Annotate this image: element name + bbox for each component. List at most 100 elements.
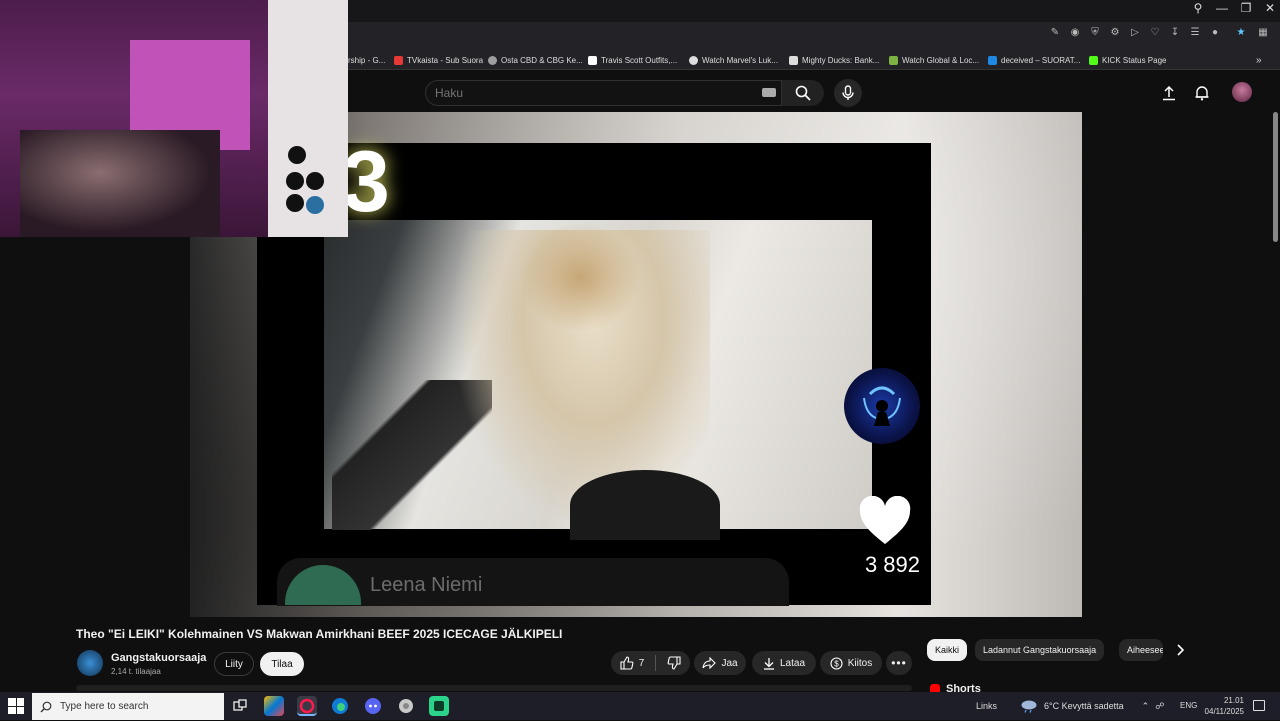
webcam-magnet <box>288 146 306 164</box>
bookmarks-overflow-icon[interactable]: » <box>1256 52 1262 68</box>
video-foreground-head <box>570 470 720 540</box>
thumbs-down-icon[interactable] <box>667 656 681 670</box>
channel-name[interactable]: Gangstakuorsaaja <box>111 652 206 664</box>
play-icon[interactable]: ▷ <box>1128 26 1142 40</box>
search-button[interactable] <box>782 80 824 106</box>
chip-related[interactable]: Aiheeseen <box>1119 639 1163 661</box>
webcam-magnet <box>286 194 304 212</box>
search-input[interactable] <box>435 86 735 100</box>
network-icon[interactable]: ☍ <box>1155 701 1164 712</box>
subscriber-count: 2,14 t. tilaajaa <box>111 667 161 676</box>
more-actions-button[interactable]: ••• <box>886 651 912 675</box>
extension-icon[interactable]: ★ <box>1234 26 1248 40</box>
chip-uploads[interactable]: Ladannut Gangstakuorsaaja <box>975 639 1105 661</box>
bookmark-item[interactable]: Travis Scott Outfits,... <box>588 52 677 68</box>
edit-icon[interactable]: ✎ <box>1048 26 1062 40</box>
overlay-number: 3 <box>342 134 390 230</box>
chip-all[interactable]: Kaikki <box>927 639 968 661</box>
subscribe-button[interactable]: Tilaa <box>260 652 304 676</box>
keyboard-icon[interactable] <box>762 88 776 97</box>
task-view-icon[interactable] <box>230 696 250 716</box>
tray-links[interactable]: Links <box>976 697 997 715</box>
description-box-edge <box>76 685 912 691</box>
bookmark-item[interactable]: Mighty Ducks: Bank... <box>789 52 879 68</box>
webcam-magnet <box>306 196 324 214</box>
heart-icon[interactable] <box>858 496 912 546</box>
overlay-comment-author: Leena Niemi <box>370 574 483 596</box>
chevron-right-icon[interactable] <box>1172 642 1188 658</box>
chevron-up-icon[interactable]: ⌃ <box>1142 701 1150 712</box>
language-indicator[interactable]: ENG <box>1180 701 1197 710</box>
share-label: Jaa <box>721 657 738 669</box>
heart-outline-icon[interactable]: ♡ <box>1148 26 1162 40</box>
clock-time: 21.01 <box>1223 696 1244 705</box>
minimize-icon[interactable]: — <box>1210 0 1234 18</box>
download-label: Lataa <box>779 657 806 669</box>
weather-text: 6°C Kevyttä sadetta <box>1044 701 1124 711</box>
notifications-icon[interactable] <box>1193 84 1211 102</box>
opera-gx-icon[interactable] <box>297 696 317 716</box>
join-button[interactable]: Liity <box>214 652 254 676</box>
thumbs-up-icon <box>620 656 634 670</box>
share-button[interactable]: Jaa <box>694 651 746 675</box>
notification-center-icon[interactable] <box>1253 700 1265 711</box>
super-thanks-icon: $ <box>830 656 843 670</box>
bookmark-item[interactable]: Watch Global & Loc... <box>889 52 979 68</box>
more-icon: ••• <box>891 656 907 670</box>
avatar[interactable] <box>1232 82 1252 102</box>
suit-man-icon <box>863 386 901 426</box>
taskbar-clock[interactable]: 21.01 04/11/2025 <box>1200 695 1244 717</box>
taskbar-search-placeholder: Type here to search <box>60 701 149 712</box>
chat-app-icon[interactable] <box>429 696 449 716</box>
download-icon[interactable]: ↧ <box>1168 26 1182 40</box>
webcam-person <box>20 130 220 237</box>
video-person-hair <box>520 222 640 332</box>
search-icon <box>795 85 811 101</box>
like-button[interactable]: 7 <box>620 656 645 670</box>
page-scrollbar[interactable] <box>1273 112 1278 242</box>
menu-icon[interactable]: ☰ <box>1188 26 1202 40</box>
taskbar-search-box[interactable]: Type here to search <box>32 693 224 720</box>
bookmark-item[interactable]: TVkaista - Sub Suora <box>394 52 483 68</box>
overlay-like-count: 3 892 <box>864 552 920 577</box>
thanks-label: Kiitos <box>847 657 873 669</box>
bookmark-item[interactable]: deceived – SUORAT... <box>988 52 1080 68</box>
lock-icon[interactable]: ● <box>1208 26 1222 40</box>
shield-icon[interactable]: ⛨ <box>1088 26 1102 40</box>
camera-icon[interactable]: ◉ <box>1068 26 1082 40</box>
weather-widget[interactable]: 6°C Kevyttä sadetta ⌃ ☍ <box>1020 697 1164 715</box>
search-icon[interactable]: ⚲ <box>1186 0 1210 18</box>
thanks-button[interactable]: $ Kiitos <box>820 651 882 675</box>
links-label: Links <box>976 701 998 711</box>
microphone-icon <box>842 85 854 100</box>
channel-watermark-logo <box>844 368 920 444</box>
bookmark-item[interactable]: rship - G... <box>348 52 385 68</box>
windows-start-icon[interactable] <box>8 698 24 714</box>
bookmark-item[interactable]: Osta CBD & CBG Ke... <box>488 52 583 68</box>
bookmark-item[interactable]: Watch Marvel's Luk... <box>689 52 778 68</box>
like-dislike-pill: 7 <box>611 651 690 675</box>
upload-icon[interactable] <box>1160 84 1178 102</box>
settings-icon[interactable]: ⚙ <box>1108 26 1122 40</box>
copilot-icon[interactable] <box>264 696 284 716</box>
voice-search-button[interactable] <box>834 79 862 107</box>
webcam-magnet <box>286 172 304 190</box>
share-icon <box>702 657 717 669</box>
download-icon <box>763 657 774 670</box>
app-icon[interactable] <box>396 696 416 716</box>
edge-icon[interactable] <box>330 696 350 716</box>
clock-date: 04/11/2025 <box>1204 707 1244 716</box>
video-title: Theo "Ei LEIKI" Kolehmainen VS Makwan Am… <box>76 627 563 641</box>
bookmark-item[interactable]: KICK Status Page <box>1089 52 1166 68</box>
discord-icon[interactable] <box>363 696 383 716</box>
cloud-rain-icon <box>1021 700 1037 713</box>
channel-avatar[interactable] <box>77 650 103 676</box>
restore-icon[interactable]: ❐ <box>1234 0 1258 18</box>
like-count: 7 <box>638 657 645 669</box>
download-button[interactable]: Lataa <box>752 651 816 675</box>
svg-text:$: $ <box>834 659 839 668</box>
close-icon[interactable]: ✕ <box>1258 0 1280 18</box>
search-icon <box>40 701 52 712</box>
cube-icon[interactable]: ▦ <box>1256 26 1270 40</box>
webcam-magnet <box>306 172 324 190</box>
